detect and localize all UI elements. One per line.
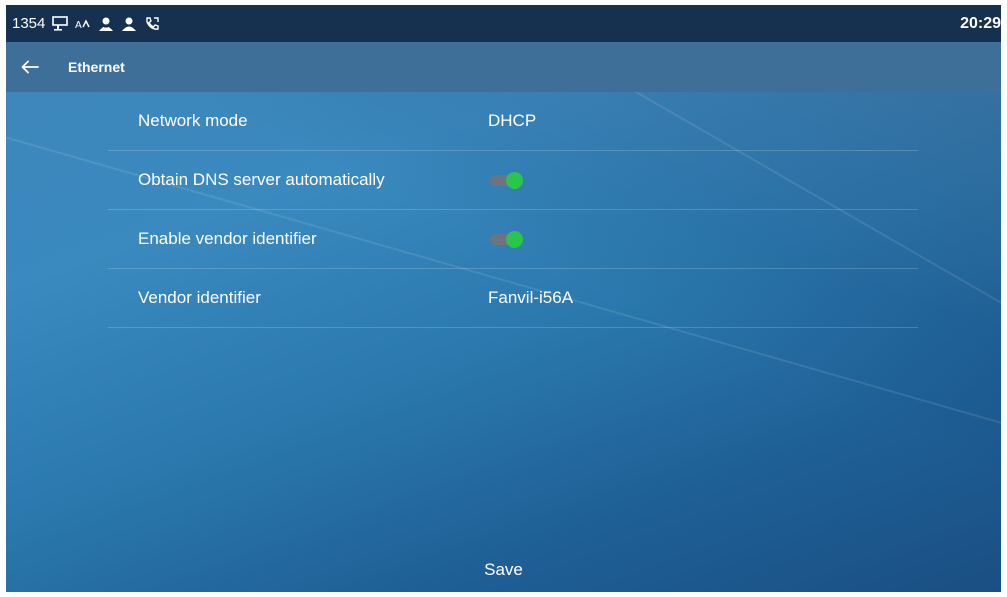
enable-vendor-toggle[interactable]: [490, 231, 523, 248]
settings-list: Network mode DHCP Obtain DNS server auto…: [108, 92, 918, 328]
setting-row-network-mode[interactable]: Network mode DHCP: [108, 92, 918, 151]
phone-screen: 1354 A 20:29 Ethernet Network mode DHCP …: [6, 5, 1001, 592]
page-title: Ethernet: [68, 59, 125, 75]
setting-label: Obtain DNS server automatically: [138, 170, 385, 189]
network-icon: [52, 16, 69, 32]
back-arrow-icon[interactable]: [18, 55, 42, 79]
setting-row-vendor-identifier[interactable]: Vendor identifier Fanvil-i56A: [108, 269, 918, 328]
sms-icon: A: [75, 16, 91, 32]
account-icon: [121, 16, 137, 32]
call-forward-icon: [144, 16, 160, 32]
status-left: 1354 A: [12, 5, 160, 42]
status-bar: 1354 A 20:29: [6, 5, 1001, 42]
setting-row-enable-vendor[interactable]: Enable vendor identifier: [108, 210, 918, 269]
svg-text:A: A: [75, 20, 82, 31]
clock: 20:29: [960, 15, 1001, 32]
setting-value: DHCP: [488, 111, 537, 130]
setting-label: Network mode: [138, 111, 248, 130]
toggle-knob: [506, 172, 523, 189]
setting-label: Vendor identifier: [138, 288, 261, 307]
obtain-dns-toggle[interactable]: [490, 172, 523, 189]
extension-number: 1354: [12, 15, 46, 32]
title-bar: Ethernet: [6, 42, 1001, 92]
account-icon: [98, 16, 114, 32]
setting-row-obtain-dns[interactable]: Obtain DNS server automatically: [108, 151, 918, 210]
save-button[interactable]: Save: [6, 547, 1001, 592]
setting-value: Fanvil-i56A: [488, 288, 574, 307]
setting-label: Enable vendor identifier: [138, 229, 317, 248]
toggle-knob: [506, 231, 523, 248]
